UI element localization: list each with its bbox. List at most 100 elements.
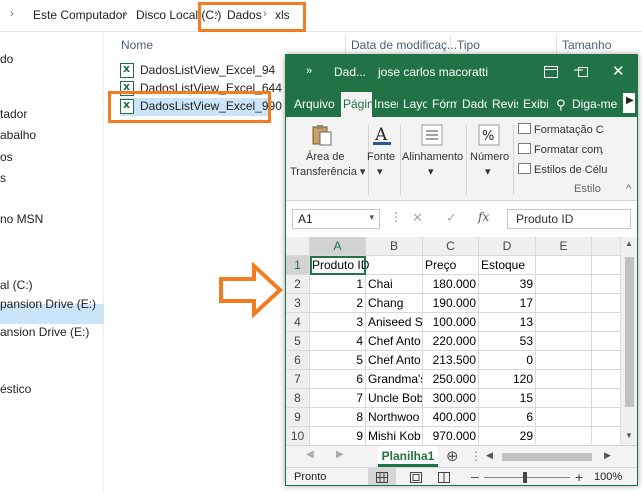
column-header-name[interactable]: Nome (121, 38, 153, 52)
table-cell[interactable]: Northwoo (366, 408, 423, 427)
clipboard-group-label-line2[interactable]: Transferência ▾ (290, 165, 365, 178)
table-cell[interactable]: 300.000 (423, 389, 479, 408)
row-header[interactable]: 6 (286, 351, 310, 370)
page-layout-icon[interactable] (410, 472, 422, 483)
percent-icon[interactable]: % (477, 123, 501, 147)
table-cell[interactable]: 220.000 (423, 332, 479, 351)
spreadsheet-grid[interactable]: A B C D E 1 Produto ID Preço Estoque 2 1 Chai 1… (286, 237, 637, 445)
scrollbar-thumb[interactable] (625, 257, 634, 407)
table-cell[interactable] (592, 313, 622, 332)
table-cell[interactable]: 8 (310, 408, 366, 427)
confirm-icon[interactable]: ✓ (446, 210, 457, 226)
row-header[interactable]: 8 (286, 389, 310, 408)
table-cell[interactable] (592, 332, 622, 351)
table-cell[interactable]: 3 (310, 313, 366, 332)
column-header[interactable]: A (310, 237, 366, 256)
select-all-corner[interactable] (286, 237, 310, 256)
column-header[interactable]: C (423, 237, 479, 256)
nav-item[interactable]: no MSN (0, 212, 43, 226)
nav-item-disco-local[interactable]: al (C:) (0, 278, 33, 292)
font-icon[interactable]: A (370, 123, 394, 147)
table-cell[interactable] (536, 389, 592, 408)
column-header-size[interactable]: Tamanho (562, 38, 611, 52)
table-cell[interactable] (536, 256, 592, 275)
alignment-group-label[interactable]: Alinhamento (402, 151, 463, 163)
table-cell[interactable]: 29 (479, 427, 536, 445)
chevron-down-icon[interactable]: ▾ (377, 165, 383, 178)
column-header[interactable]: E (536, 237, 592, 256)
table-cell[interactable] (592, 408, 622, 427)
tab-formulas[interactable]: Fórm (432, 97, 457, 111)
row-header[interactable]: 9 (286, 408, 310, 427)
table-cell[interactable]: Chef Anto (366, 351, 423, 370)
sheet-tab-planilha1[interactable]: Planilha1 (378, 446, 438, 467)
table-cell[interactable]: 2 (310, 294, 366, 313)
tab-arquivo[interactable]: Arquivo (294, 97, 335, 111)
table-cell[interactable] (366, 256, 423, 275)
tab-inserir[interactable]: Inser (374, 97, 398, 111)
quick-access-icon[interactable]: » (306, 65, 312, 77)
font-group-label[interactable]: Fonte (367, 151, 395, 163)
collapse-ribbon-icon[interactable]: ^ (626, 183, 631, 195)
nav-item[interactable]: éstico (0, 382, 31, 396)
maximize-icon[interactable] (578, 67, 588, 77)
table-cell[interactable]: Mishi Kob (366, 427, 423, 445)
number-group-label[interactable]: Número (470, 151, 509, 163)
table-cell[interactable] (536, 370, 592, 389)
table-cell[interactable]: 213.500 (423, 351, 479, 370)
insert-function-icon[interactable]: fx (478, 210, 489, 224)
normal-view-button[interactable] (368, 468, 396, 485)
table-cell[interactable]: 100.000 (423, 313, 479, 332)
table-cell[interactable] (536, 351, 592, 370)
nav-item[interactable]: pansion Drive (E:) (0, 297, 96, 311)
table-cell[interactable]: 250.000 (423, 370, 479, 389)
chevron-down-icon[interactable]: ▾ (485, 165, 491, 178)
nav-item[interactable]: s (0, 171, 6, 185)
zoom-in-icon[interactable]: + (575, 469, 583, 485)
row-header[interactable]: 10 (286, 427, 310, 445)
column-header-type[interactable]: Tipo (457, 38, 480, 52)
table-cell[interactable]: 53 (479, 332, 536, 351)
address-bar[interactable]: › Este Computador › Disco Local (C:) › D… (0, 0, 642, 32)
table-cell[interactable]: 180.000 (423, 275, 479, 294)
paste-icon[interactable] (310, 123, 334, 147)
nav-item[interactable]: tador (0, 107, 27, 121)
table-cell[interactable]: Chai (366, 275, 423, 294)
zoom-slider-thumb[interactable] (523, 472, 527, 483)
chevron-down-icon[interactable]: ▾ (428, 165, 434, 178)
table-cell[interactable]: 970.000 (423, 427, 479, 445)
chevron-down-icon[interactable]: ▾ (369, 212, 374, 223)
table-cell[interactable] (592, 370, 622, 389)
tab-pagina-inicial[interactable]: Págin (341, 92, 372, 117)
close-icon[interactable]: ✕ (612, 62, 625, 80)
active-cell-a1[interactable]: Produto ID (310, 256, 369, 275)
chevron-right-icon[interactable]: › (600, 147, 604, 159)
hscroll-left-icon[interactable]: ◀ (486, 450, 493, 461)
table-cell[interactable]: Estoque (479, 256, 536, 275)
nav-item[interactable]: os (0, 150, 13, 164)
row-header[interactable]: 4 (286, 313, 310, 332)
row-header[interactable]: 1 (286, 256, 310, 275)
nav-item[interactable]: do (0, 52, 13, 66)
nav-item[interactable]: abalho (0, 128, 36, 142)
page-break-icon[interactable] (438, 472, 450, 483)
table-cell[interactable]: 6 (310, 370, 366, 389)
zoom-out-icon[interactable]: – (471, 468, 479, 484)
table-cell[interactable]: 9 (310, 427, 366, 445)
column-header-date[interactable]: Data de modificaç... (351, 38, 457, 52)
table-cell[interactable]: 13 (479, 313, 536, 332)
table-cell[interactable] (592, 389, 622, 408)
tab-exibir[interactable]: Exibi (523, 97, 548, 111)
ribbon-display-icon[interactable] (544, 66, 558, 78)
table-cell[interactable]: 17 (479, 294, 536, 313)
scroll-down-icon[interactable]: ▼ (625, 431, 633, 440)
conditional-formatting-button[interactable]: Formatação C (518, 123, 604, 136)
table-cell[interactable]: 15 (479, 389, 536, 408)
formula-input[interactable]: Produto ID (507, 209, 631, 229)
scroll-up-icon[interactable]: ▲ (625, 239, 633, 248)
table-cell[interactable]: 190.000 (423, 294, 479, 313)
table-cell[interactable]: 39 (479, 275, 536, 294)
zoom-slider[interactable] (484, 477, 570, 478)
tab-revisao[interactable]: Revis (492, 97, 518, 111)
table-cell[interactable]: 6 (479, 408, 536, 427)
